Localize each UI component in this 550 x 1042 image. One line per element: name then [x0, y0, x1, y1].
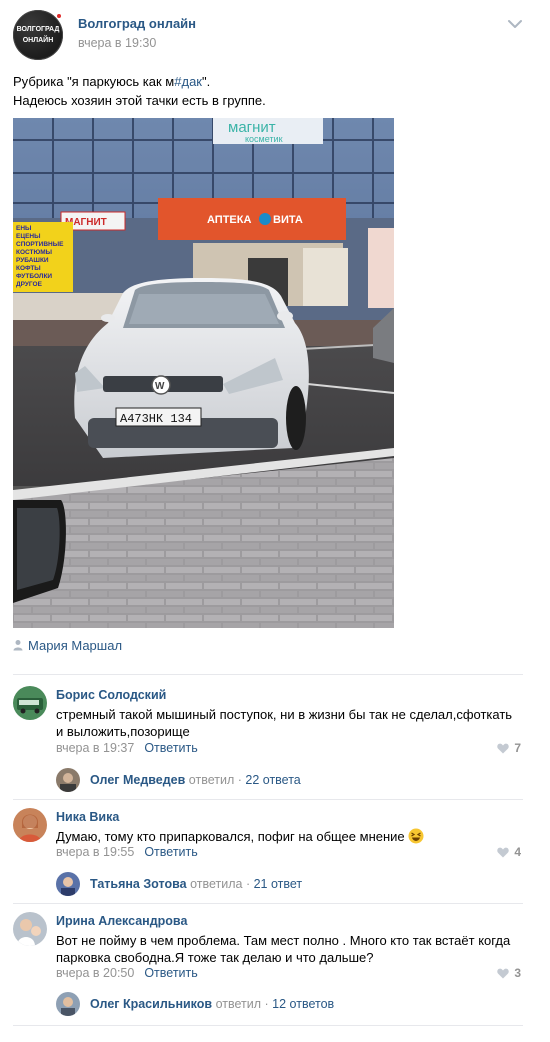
post-text: Рубрика "я паркуюсь как м#дак". Надеюсь …: [13, 72, 523, 110]
photo-author-name: Мария Маршал: [28, 638, 123, 653]
woman-child-avatar-image: [13, 912, 47, 946]
poster-line: РУБАШКИ: [16, 257, 49, 264]
thread-summary: Татьяна Зотова ответила · 21 ответ: [90, 877, 302, 891]
divider: [13, 674, 523, 675]
thread-separator: ·: [237, 773, 242, 787]
divider: [13, 903, 523, 904]
sign-vita: ВИТА: [273, 214, 303, 226]
avatar-accent-dot: [57, 14, 61, 18]
comment: Борис Солодский стремный такой мышиный п…: [13, 686, 523, 796]
hashtag-link[interactable]: #дак: [174, 74, 202, 89]
reply-button[interactable]: Ответить: [144, 845, 197, 859]
thread-summary: Олег Красильников ответил · 12 ответов: [90, 997, 334, 1011]
post-text-suffix: ".: [201, 74, 211, 89]
like-button[interactable]: 4: [497, 845, 521, 859]
comment-author-name[interactable]: Ирина Александрова: [56, 914, 187, 928]
thread-count: 22 ответа: [245, 773, 301, 787]
reply-avatar-image: [56, 768, 80, 792]
comment: Ника Вика Думаю, тому кто припарковался,…: [13, 808, 523, 898]
like-button[interactable]: 3: [497, 966, 521, 980]
reply-button[interactable]: Ответить: [144, 741, 197, 755]
reply-author-avatar: [56, 872, 80, 896]
woman-avatar-image: [13, 808, 47, 842]
group-avatar-line2: ОНЛАЙН: [22, 37, 54, 44]
reply-author-avatar: [56, 768, 80, 792]
post-photo[interactable]: магнит косметик АПТЕКА ВИТА МАГНИТ ЕНЫ Е…: [13, 118, 394, 628]
like-count: 3: [514, 966, 521, 980]
thread-author-name: Олег Медведев: [90, 773, 186, 787]
thread-author-name: Олег Красильников: [90, 997, 213, 1011]
post-time[interactable]: вчера в 19:30: [78, 36, 156, 50]
chevron-down-icon[interactable]: [507, 18, 523, 30]
thread-verb: ответил: [188, 773, 235, 787]
post-text-line2: Надеюсь хозяин этой тачки есть в группе.: [13, 93, 266, 108]
poster-line: СПОРТИВНЫЕ: [16, 241, 64, 248]
reply-avatar-image: [56, 992, 80, 1016]
comment-author-name[interactable]: Борис Солодский: [56, 688, 166, 702]
photo-author-link[interactable]: Мария Маршал: [13, 638, 122, 656]
comment-text: стремный такой мышиный поступок, ни в жи…: [56, 707, 513, 739]
thread-separator: ·: [245, 877, 251, 891]
person-icon: [13, 640, 23, 651]
poster-line: ДРУГОЕ: [16, 281, 43, 288]
thread-author-name: Татьяна Зотова: [90, 877, 187, 891]
thread-verb: ответила: [190, 877, 243, 891]
bus-avatar-image: [13, 686, 47, 720]
svg-text:W: W: [155, 381, 165, 392]
like-count: 7: [514, 741, 521, 755]
thread-count: 12 ответов: [272, 997, 335, 1011]
poster-line: ЕНЫ: [16, 225, 31, 232]
reply-author-avatar: [56, 992, 80, 1016]
comment-text-body: Думаю, тому кто припарковался, пофиг на …: [56, 829, 405, 844]
reply-avatar-image: [56, 872, 80, 896]
comment-avatar[interactable]: [13, 686, 47, 720]
comment-text: Думаю, тому кто припарковался, пофиг на …: [56, 828, 521, 845]
heart-icon: [497, 968, 510, 978]
poster-line: КОСТЮМЫ: [16, 249, 52, 256]
group-avatar-line1: ВОЛГОГРАД: [16, 26, 60, 33]
like-button[interactable]: 7: [497, 741, 521, 755]
divider: [13, 1025, 523, 1026]
comment-time[interactable]: вчера в 20:50: [56, 966, 134, 980]
thread-verb: ответил: [215, 997, 262, 1011]
post-text-line1: Рубрика "я паркуюсь как м#дак".: [13, 72, 523, 91]
license-plate: А473НК 134: [120, 412, 192, 426]
comment-avatar[interactable]: [13, 808, 47, 842]
post-header: ВОЛГОГРАД ОНЛАЙН Волгоград онлайн вчера …: [13, 10, 523, 60]
comment-time[interactable]: вчера в 19:55: [56, 845, 134, 859]
comment-avatar[interactable]: [13, 912, 47, 946]
comment-time[interactable]: вчера в 19:37: [56, 741, 134, 755]
comment-meta: вчера в 19:37 Ответить: [56, 741, 198, 755]
thread-count: 21 ответ: [253, 877, 303, 891]
sign-kosmetik: косметик: [245, 134, 283, 144]
comment-meta: вчера в 19:55 Ответить: [56, 845, 198, 859]
reply-button[interactable]: Ответить: [144, 966, 197, 980]
heart-icon: [497, 743, 510, 753]
comment-meta: вчера в 20:50 Ответить: [56, 966, 198, 980]
parked-car-photo: магнит косметик АПТЕКА ВИТА МАГНИТ ЕНЫ Е…: [13, 118, 394, 628]
thread-separator: ·: [264, 997, 269, 1011]
group-avatar[interactable]: ВОЛГОГРАД ОНЛАЙН: [13, 10, 63, 60]
poster-line: КОФТЫ: [16, 265, 41, 272]
heart-icon: [497, 847, 510, 857]
poster-line: ФУТБОЛКИ: [16, 273, 52, 280]
thread-summary: Олег Медведев ответил · 22 ответа: [90, 773, 301, 787]
like-count: 4: [514, 845, 521, 859]
comment-author-name[interactable]: Ника Вика: [56, 810, 119, 824]
comment-text: Вот не пойму в чем проблема. Там мест по…: [56, 933, 511, 965]
post-text-prefix: Рубрика "я паркуюсь как м: [13, 74, 175, 89]
divider: [13, 799, 523, 800]
sign-apteka: АПТЕКА: [207, 214, 251, 226]
laughing-emoji-icon: [408, 828, 424, 844]
comment: Ирина Александрова Вот не пойму в чем пр…: [13, 912, 523, 1022]
poster-line: ЕЦЕНЫ: [16, 233, 40, 240]
group-name-link[interactable]: Волгоград онлайн: [78, 16, 196, 31]
